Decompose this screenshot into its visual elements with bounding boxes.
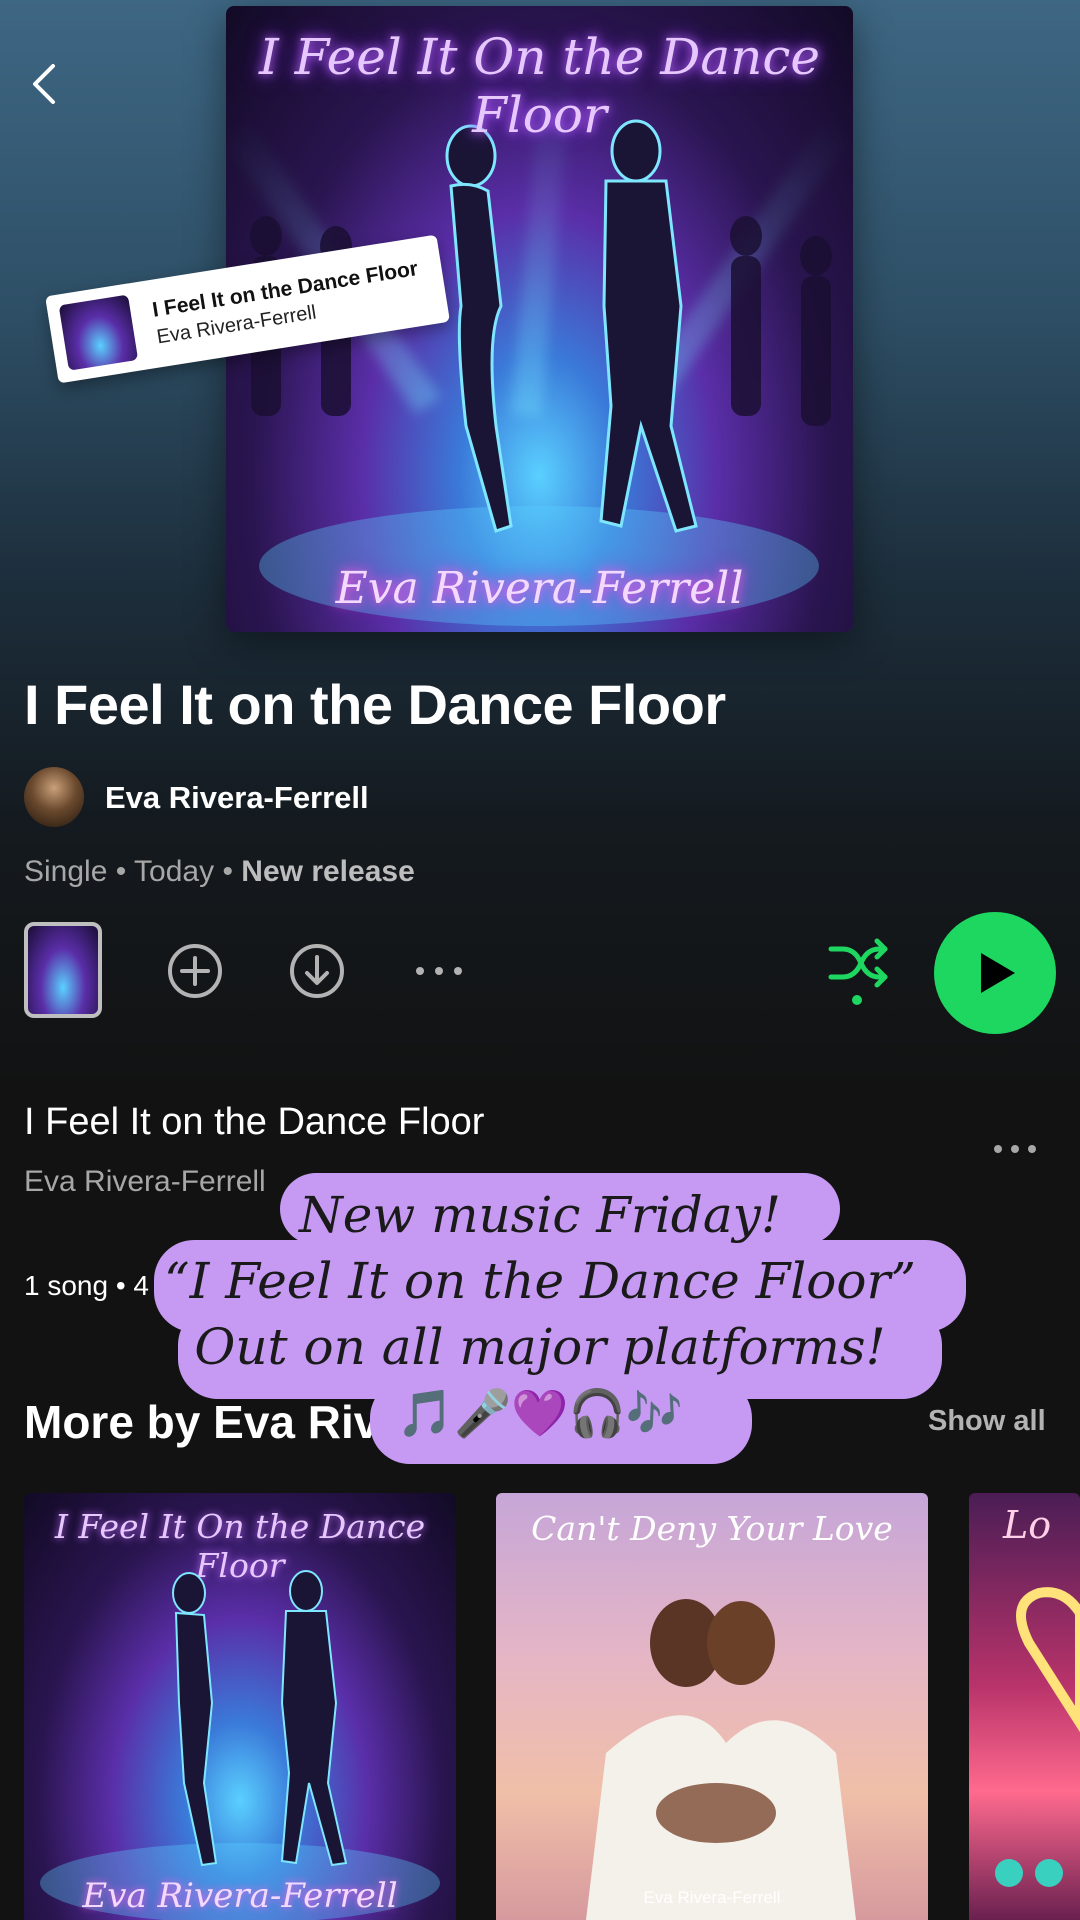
- artist-link[interactable]: Eva Rivera-Ferrell: [105, 780, 369, 816]
- release-tag: New release: [241, 855, 415, 888]
- play-icon: [981, 953, 1015, 993]
- card-artist: Eva Rivera-Ferrell: [82, 1876, 398, 1916]
- cover-artist: Eva Rivera-Ferrell: [335, 563, 744, 614]
- card-artist: Eva Rivera-Ferrell: [643, 1888, 781, 1907]
- more-horizontal-icon: [994, 1145, 1036, 1153]
- chevron-left-icon: [33, 64, 55, 104]
- more-options-button[interactable]: [408, 940, 470, 1002]
- caption-emojis: 🎵🎤💜🎧🎶: [396, 1386, 684, 1440]
- play-button[interactable]: [934, 912, 1056, 1034]
- album-card[interactable]: Can't Deny Your Love Eva Rivera-Ferrell: [496, 1493, 928, 1920]
- track-more-button[interactable]: [984, 1118, 1046, 1180]
- download-button[interactable]: [286, 940, 348, 1002]
- shuffle-button[interactable]: [822, 938, 896, 1005]
- sticker-thumbnail: [58, 294, 139, 371]
- plus-circle-icon: [168, 944, 222, 998]
- more-horizontal-icon: [416, 967, 462, 975]
- page-title: I Feel It on the Dance Floor: [24, 673, 726, 736]
- preview-thumbnail[interactable]: [24, 922, 102, 1018]
- caption-line: “I Feel It on the Dance Floor”: [164, 1252, 916, 1310]
- album-card[interactable]: I Feel It On the Dance Floor Eva Rivera-…: [24, 1493, 456, 1920]
- album-card[interactable]: Lo: [969, 1493, 1080, 1920]
- back-button[interactable]: [20, 60, 68, 108]
- caption-line: New music Friday!: [299, 1186, 781, 1244]
- dancers-illustration: [40, 1570, 440, 1920]
- album-type: Single: [24, 855, 108, 888]
- download-icon: [290, 944, 344, 998]
- artist-avatar[interactable]: [24, 767, 84, 827]
- couple-illustration: [586, 1599, 856, 1920]
- album-meta: Single • Today • New release: [24, 855, 415, 888]
- release-date: Today: [134, 855, 215, 888]
- track-title[interactable]: I Feel It on the Dance Floor: [24, 1101, 484, 1144]
- heart-icon: [995, 1587, 1080, 1887]
- caption-line: Out on all major platforms!: [194, 1318, 886, 1376]
- shuffle-icon: [828, 938, 888, 1005]
- cover-title: I Feel It On the Dance Floor: [259, 28, 820, 144]
- add-button[interactable]: [164, 940, 226, 1002]
